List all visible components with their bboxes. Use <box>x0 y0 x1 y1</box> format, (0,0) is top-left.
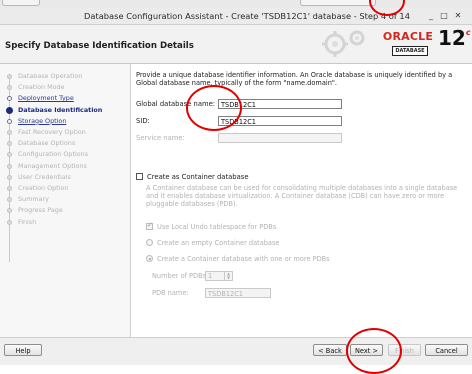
nav-item-label: Summary <box>18 195 49 204</box>
num-pdbs-value: 1 <box>208 272 213 280</box>
num-pdbs-spinner: 1 ▲ ▼ <box>205 271 233 281</box>
empty-container-label: Create an empty Container database <box>157 239 280 247</box>
nav-item-configuration-options: Configuration Options <box>0 149 130 160</box>
step-marker-icon <box>7 118 12 124</box>
local-undo-checkbox <box>146 221 153 230</box>
nav-item-label: Database Options <box>18 139 76 148</box>
nav-item-management-options: Management Options <box>0 161 130 172</box>
nav-item-label: Progress Page <box>18 206 63 215</box>
service-name-input <box>218 133 342 143</box>
version-letter: c <box>465 28 471 37</box>
back-button[interactable]: < Back <box>313 344 347 356</box>
nav-item-label: Database Identification <box>18 105 103 114</box>
nav-item-database-identification: Database Identification <box>0 105 130 116</box>
spinner-arrows-icon: ▲ ▼ <box>224 272 232 280</box>
oracle-logo: ORACLE DATABASE <box>382 30 434 58</box>
step-marker-icon <box>7 208 12 214</box>
step-marker-icon <box>7 96 12 102</box>
maximize-button[interactable]: □ <box>438 10 450 22</box>
annotation-circle-fields <box>186 85 242 131</box>
nav-item-progress-page: Progress Page <box>0 205 130 216</box>
close-button[interactable]: ✕ <box>452 10 464 22</box>
nav-item-finish: Finish <box>0 217 130 228</box>
nav-item-user-credentials: User Credentials <box>0 172 130 183</box>
step-marker-icon <box>7 174 12 180</box>
oracle-logo-word: ORACLE <box>382 30 434 43</box>
local-undo-label: Use Local Undo tablespace for PDBs <box>157 223 277 231</box>
nav-item-label: Finish <box>18 217 37 226</box>
pdb-name-input: TSDB12C1 <box>205 288 271 298</box>
step-marker-icon <box>7 141 12 147</box>
nav-item-label: Configuration Options <box>18 150 89 159</box>
pdb-name-label: PDB name: <box>152 289 189 297</box>
version-number: 12 <box>438 26 466 50</box>
step-marker-icon <box>7 219 12 225</box>
step-marker-icon <box>7 186 12 191</box>
num-pdbs-label: Number of PDBs: <box>152 272 209 280</box>
nav-item-label: Management Options <box>18 161 87 170</box>
help-button[interactable]: Help <box>4 344 42 356</box>
nav-item-label: Creation Mode <box>18 83 65 92</box>
nav-item-storage-option[interactable]: Storage Option <box>0 116 130 127</box>
nav-item-deployment-type[interactable]: Deployment Type <box>0 93 130 104</box>
nav-item-label: Fast Recovery Option <box>18 128 86 136</box>
nav-item-database-operation: Database Operation <box>0 71 130 82</box>
step-marker-icon <box>7 130 12 135</box>
nav-item-label[interactable]: Deployment Type <box>18 93 74 104</box>
intro-text: Provide a unique database identifier inf… <box>136 71 453 88</box>
step-marker-icon <box>7 152 12 158</box>
container-db-checkbox[interactable] <box>136 173 143 180</box>
window-title: Database Configuration Assistant - Creat… <box>83 11 410 21</box>
nav-item-label[interactable]: Storage Option <box>18 116 66 127</box>
step-marker-icon <box>7 197 12 203</box>
step-marker-icon <box>6 106 13 114</box>
empty-container-radio <box>146 239 153 246</box>
nav-item-label: Creation Option <box>18 184 69 192</box>
page-title: Specify Database Identification Details <box>5 41 194 51</box>
nav-item-database-options: Database Options <box>0 138 130 149</box>
container-db-description: A Container database can be used for con… <box>146 184 458 209</box>
step-marker-icon <box>7 85 12 91</box>
minimize-button[interactable]: _ <box>425 10 437 22</box>
cancel-button[interactable]: Cancel <box>425 344 468 356</box>
gears-icon <box>322 30 365 57</box>
step-marker-icon <box>7 74 12 79</box>
sid-label: SID: <box>136 117 150 125</box>
nav-item-summary: Summary <box>0 194 130 205</box>
nav-item-label: Database Operation <box>18 72 83 80</box>
nav-item-label: User Credentials <box>18 172 71 181</box>
nav-item-creation-option: Creation Option <box>0 183 130 194</box>
container-db-label[interactable]: Create as Container database <box>147 173 249 181</box>
oracle-logo-sub: DATABASE <box>392 46 428 56</box>
with-pdbs-radio <box>146 255 153 262</box>
nav-item-fast-recovery-option: Fast Recovery Option <box>0 127 130 138</box>
service-name-label: Service name: <box>136 134 185 142</box>
version-badge: 12c <box>438 26 471 50</box>
nav-item-creation-mode: Creation Mode <box>0 82 130 93</box>
with-pdbs-label: Create a Container database with one or … <box>157 255 330 263</box>
annotation-circle-next <box>346 328 402 374</box>
step-marker-icon <box>7 163 12 169</box>
